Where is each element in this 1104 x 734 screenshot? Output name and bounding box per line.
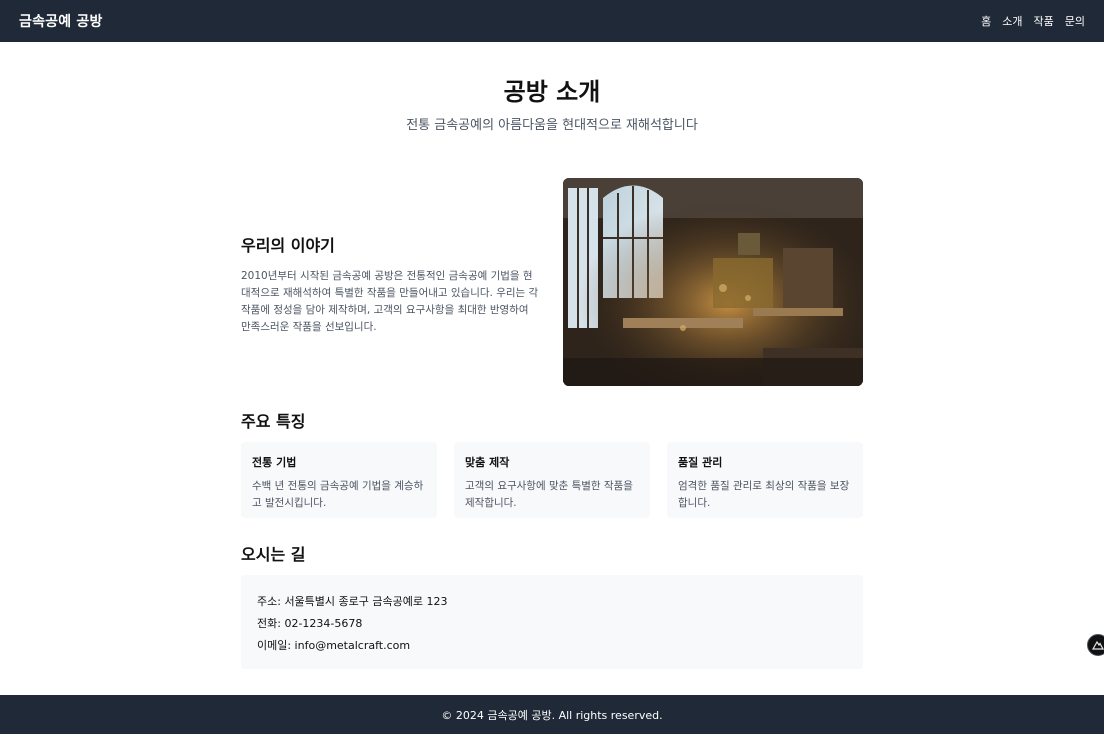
workshop-photo-illustration [563, 178, 863, 386]
contact-info-box: 주소: 서울특별시 종로구 금속공예로 123 전화: 02-1234-5678… [241, 575, 863, 669]
feature-title: 전통 기법 [252, 456, 297, 469]
nav-link-contact[interactable]: 문의 [1065, 13, 1085, 29]
feature-desc: 엄격한 품질 관리로 최상의 작품을 보장합니다. [678, 480, 850, 509]
phone-line: 전화: 02-1234-5678 [257, 617, 363, 630]
mountain-icon [1092, 640, 1104, 650]
feature-desc: 고객의 요구사항에 맞춘 특별한 작품을 제작합니다. [465, 480, 633, 509]
page-title: 공방 소개 [503, 78, 601, 106]
email-line: 이메일: info@metalcraft.com [257, 639, 411, 652]
footer-copyright: © 2024 금속공예 공방. All rights reserved. [441, 708, 663, 722]
workshop-image [563, 178, 863, 386]
story-title: 우리의 이야기 [241, 236, 335, 255]
page-footer: © 2024 금속공예 공방. All rights reserved. [0, 695, 1104, 734]
nav-link-about[interactable]: 소개 [1002, 13, 1022, 29]
brand-logo-text[interactable]: 금속공예 공방 [19, 11, 103, 31]
floating-action-button[interactable] [1087, 634, 1104, 656]
top-navbar: 금속공예 공방 홈 소개 작품 문의 [0, 0, 1104, 42]
feature-title: 품질 관리 [678, 456, 723, 469]
location-title: 오시는 길 [241, 545, 306, 564]
address-line: 주소: 서울특별시 종로구 금속공예로 123 [257, 595, 448, 608]
feature-card-traditional: 전통 기법 수백 년 전통의 금속공예 기법을 계승하고 발전시킵니다. [241, 442, 437, 518]
story-text: 2010년부터 시작된 금속공예 공방은 전통적인 금속공예 기법을 현대적으로… [241, 270, 539, 333]
story-section: 우리의 이야기 2010년부터 시작된 금속공예 공방은 전통적인 금속공예 기… [241, 232, 541, 336]
nav-link-works[interactable]: 작품 [1034, 13, 1054, 29]
feature-card-quality: 품질 관리 엄격한 품질 관리로 최상의 작품을 보장합니다. [667, 442, 863, 518]
feature-card-custom: 맞춤 제작 고객의 요구사항에 맞춘 특별한 작품을 제작합니다. [454, 442, 650, 518]
nav-links: 홈 소개 작품 문의 [981, 13, 1085, 29]
feature-title: 맞춤 제작 [465, 456, 510, 469]
nav-link-home[interactable]: 홈 [981, 13, 991, 29]
feature-desc: 수백 년 전통의 금속공예 기법을 계승하고 발전시킵니다. [252, 480, 424, 509]
page-subtitle: 전통 금속공예의 아름다움을 현대적으로 재해석합니다 [406, 118, 698, 133]
features-title: 주요 특징 [241, 412, 306, 431]
